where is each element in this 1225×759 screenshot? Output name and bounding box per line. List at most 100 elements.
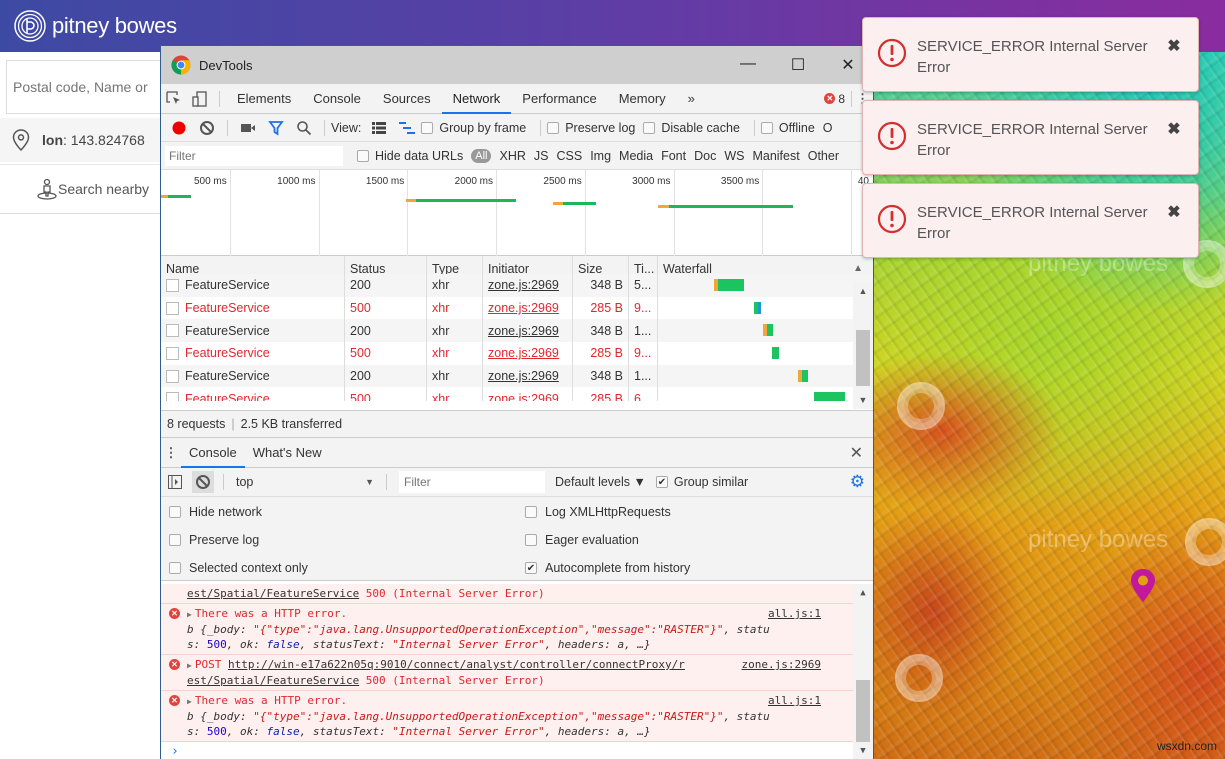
error-counter[interactable]: ✕ 8 xyxy=(824,92,845,106)
request-url[interactable]: http://win-e17a622n05q:9010/connect/anal… xyxy=(228,658,685,671)
expand-triangle-icon[interactable]: ▶ xyxy=(187,661,192,670)
type-filter-manifest[interactable]: Manifest xyxy=(748,149,803,163)
tab-elements[interactable]: Elements xyxy=(226,84,302,114)
show-sidebar-icon[interactable] xyxy=(164,471,186,493)
console-scrollbar[interactable]: ▲ ▼ xyxy=(853,584,873,759)
map-marker-icon[interactable] xyxy=(1129,568,1157,604)
initiator-link[interactable]: zone.js:2969 xyxy=(488,301,559,315)
tab-network[interactable]: Network xyxy=(441,84,512,114)
filter-funnel-icon[interactable] xyxy=(265,117,287,139)
request-url[interactable]: est/Spatial/FeatureService xyxy=(187,587,359,600)
tab-performance[interactable]: Performance xyxy=(511,84,607,114)
waterfall-view-icon[interactable] xyxy=(396,117,418,139)
type-filter-other[interactable]: Other xyxy=(804,149,843,163)
network-filter-input[interactable] xyxy=(165,145,343,166)
scroll-down-icon[interactable]: ▼ xyxy=(853,746,873,756)
context-selector[interactable]: top ▼ xyxy=(230,475,380,489)
minimize-button[interactable]: — xyxy=(723,55,773,75)
network-overview-timeline[interactable]: 500 ms 1000 ms 1500 ms 2000 ms 2500 ms 3000 m… xyxy=(161,170,873,256)
console-setting-checkbox[interactable]: Hide network xyxy=(169,505,262,519)
offline-checkbox[interactable]: Offline xyxy=(760,121,815,135)
scroll-up-icon[interactable]: ▲ xyxy=(853,286,873,296)
more-tabs-button[interactable]: » xyxy=(677,84,706,114)
screenshot-camera-icon[interactable] xyxy=(237,117,259,139)
drawer-menu-icon[interactable]: ⋮ xyxy=(161,445,181,461)
clear-console-icon[interactable] xyxy=(192,471,214,493)
expand-triangle-icon[interactable]: ▶ xyxy=(187,610,192,619)
search-box[interactable] xyxy=(6,60,176,114)
console-error-entry[interactable]: ✕ zone.js:2969 ▶ POST http://win-e17a622n05… xyxy=(161,655,873,691)
tab-memory[interactable]: Memory xyxy=(608,84,677,114)
console-prompt[interactable]: › xyxy=(161,742,873,759)
timeline-gridline xyxy=(673,170,675,256)
expand-triangle-icon[interactable]: ▶ xyxy=(187,697,192,706)
scroll-down-icon[interactable]: ▼ xyxy=(853,395,873,405)
maximize-button[interactable]: ☐ xyxy=(773,55,823,75)
device-toolbar-icon[interactable] xyxy=(187,84,213,114)
console-setting-checkbox[interactable]: Preserve log xyxy=(169,533,259,547)
scrollbar-thumb[interactable] xyxy=(856,330,870,386)
source-link[interactable]: all.js:1 xyxy=(768,606,821,621)
close-drawer-icon[interactable]: ✕ xyxy=(850,443,863,463)
console-setting-checkbox[interactable]: Eager evaluation xyxy=(525,533,639,547)
type-filter-all[interactable]: All xyxy=(471,148,492,163)
type-filter-css[interactable]: CSS xyxy=(552,149,586,163)
type-filter-js[interactable]: JS xyxy=(530,149,553,163)
initiator-link[interactable]: zone.js:2969 xyxy=(488,392,559,401)
scroll-up-icon[interactable]: ▲ xyxy=(853,588,873,598)
console-error-entry[interactable]: ✕ all.js:1 ▶ There was a HTTP error. b {_bod… xyxy=(161,691,873,742)
type-filter-img[interactable]: Img xyxy=(586,149,615,163)
tab-sources[interactable]: Sources xyxy=(372,84,442,114)
throttling-overflow[interactable]: O xyxy=(823,121,833,135)
type-filter-font[interactable]: Font xyxy=(657,149,690,163)
record-button[interactable] xyxy=(168,117,190,139)
cell-status: 200 xyxy=(345,319,427,343)
source-link[interactable]: all.js:1 xyxy=(768,693,821,708)
search-nearby-button[interactable]: Search nearby xyxy=(0,164,170,214)
type-filter-doc[interactable]: Doc xyxy=(690,149,720,163)
tab-console[interactable]: Console xyxy=(302,84,372,114)
table-row[interactable]: FeatureService 200 xhr zone.js:2969 348 B 5..… xyxy=(161,274,873,297)
clear-button[interactable] xyxy=(196,117,218,139)
initiator-link[interactable]: zone.js:2969 xyxy=(488,346,559,360)
preserve-log-checkbox[interactable]: Preserve log xyxy=(547,121,635,135)
log-levels-dropdown[interactable]: Default levels ▼ xyxy=(555,475,646,489)
table-row[interactable]: FeatureService 200 xhr zone.js:2969 348 B 1..… xyxy=(161,319,873,343)
close-toast-button[interactable]: ✖ xyxy=(1166,205,1182,221)
table-scrollbar[interactable]: ▲ ▼ xyxy=(853,282,873,409)
table-row[interactable]: FeatureService 500 xhr zone.js:2969 285 B 6..… xyxy=(161,387,873,401)
close-toast-button[interactable]: ✖ xyxy=(1166,122,1182,138)
disable-cache-checkbox[interactable]: Disable cache xyxy=(643,121,740,135)
initiator-link[interactable]: zone.js:2969 xyxy=(488,324,559,338)
hide-data-urls-checkbox[interactable]: Hide data URLs xyxy=(357,149,463,163)
source-link[interactable]: zone.js:2969 xyxy=(742,657,821,672)
initiator-link[interactable]: zone.js:2969 xyxy=(488,278,559,292)
request-url[interactable]: est/Spatial/FeatureService xyxy=(187,674,359,687)
initiator-link[interactable]: zone.js:2969 xyxy=(488,369,559,383)
brand[interactable]: pitney bowes xyxy=(14,10,177,42)
large-rows-icon[interactable] xyxy=(368,117,390,139)
group-by-frame-checkbox[interactable]: Group by frame xyxy=(421,121,526,135)
console-setting-checkbox[interactable]: ✔ Autocomplete from history xyxy=(525,561,690,575)
drawer-tab-console[interactable]: Console xyxy=(181,438,245,468)
drawer-tab-whats-new[interactable]: What's New xyxy=(245,438,330,468)
console-setting-checkbox[interactable]: Selected context only xyxy=(169,561,308,575)
table-row[interactable]: FeatureService 200 xhr zone.js:2969 348 B 1..… xyxy=(161,364,873,388)
location-search-input[interactable] xyxy=(7,61,175,113)
console-settings-gear-icon[interactable]: ⚙ xyxy=(850,472,865,492)
cell-time: 5... xyxy=(629,274,658,297)
type-filter-media[interactable]: Media xyxy=(615,149,657,163)
console-error-entry[interactable]: ✕ all.js:1 ▶ There was a HTTP error. b {_bod… xyxy=(161,604,873,655)
type-filter-xhr[interactable]: XHR xyxy=(495,149,529,163)
inspect-element-icon[interactable] xyxy=(161,84,187,114)
console-filter-input[interactable] xyxy=(399,471,545,493)
close-toast-button[interactable]: ✖ xyxy=(1166,39,1182,55)
type-filter-ws[interactable]: WS xyxy=(720,149,748,163)
scrollbar-thumb[interactable] xyxy=(856,680,870,742)
toast-message: SERVICE_ERROR Internal Server Error xyxy=(917,38,1148,76)
console-setting-checkbox[interactable]: Log XMLHttpRequests xyxy=(525,505,671,519)
search-icon[interactable] xyxy=(293,117,315,139)
table-row[interactable]: FeatureService 500 xhr zone.js:2969 285 B 9..… xyxy=(161,296,873,320)
group-similar-checkbox[interactable]: ✔ Group similar xyxy=(655,475,748,489)
table-row[interactable]: FeatureService 500 xhr zone.js:2969 285 B 9..… xyxy=(161,342,873,365)
